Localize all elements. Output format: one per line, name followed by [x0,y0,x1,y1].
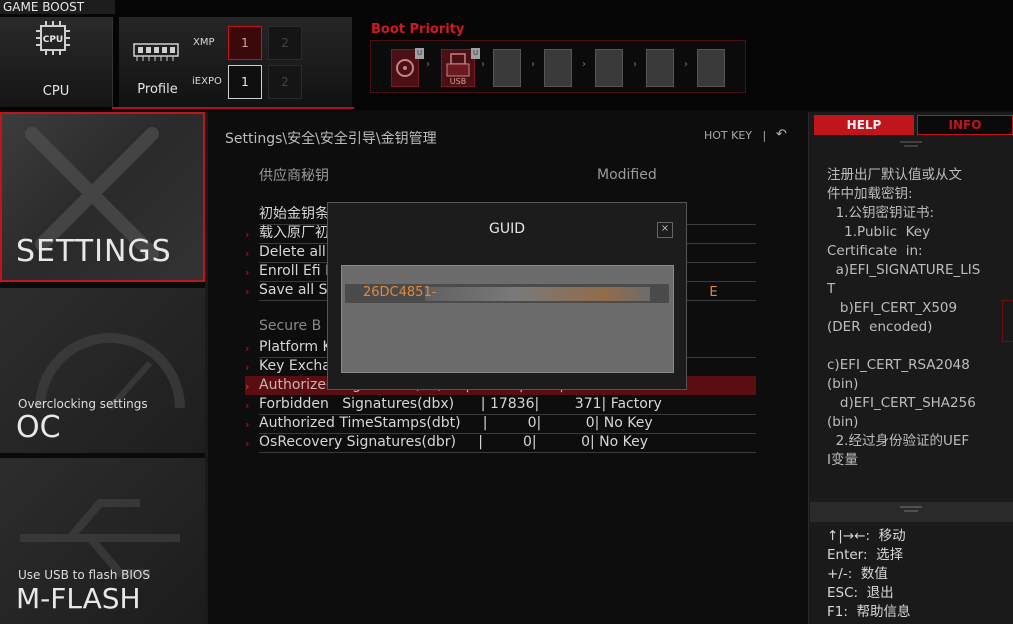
xmp-profile-1-button[interactable]: 1 [228,26,262,60]
key-row-key-exchange[interactable]: Key Excha [259,357,331,376]
divider [259,452,756,453]
menu-row-restore-factory[interactable]: 载入原厂初 [259,224,329,243]
scrollbar[interactable] [1002,300,1013,342]
iexpo-label: iEXPO [192,76,222,87]
help-text: 注册出厂默认值或从文 件中加载密钥: 1.公钥密钥证书: 1.Public Ke… [827,167,981,468]
key-legend: ↑|→←: 移动 Enter: 选择 +/-: 数值 ESC: 退出 F1: 帮… [827,528,911,620]
nav-mflash-label: M-FLASH [16,582,141,615]
guid-visible-part: 26DC4851- [363,285,437,300]
key-row-forbidden-dbx[interactable]: Forbidden Signatures(dbx) | 17836| 371| … [259,395,662,414]
chevron-right-icon: › [426,59,430,70]
boot-device-empty[interactable] [493,49,521,87]
iexpo-profile-2-button[interactable]: 2 [268,65,302,99]
boot-device-empty[interactable] [544,49,572,87]
chevron-right-icon: › [245,247,250,260]
vendor-keys-value: Modified [597,167,657,183]
chevron-right-icon: › [531,59,535,70]
vendor-keys-label: 供应商秘钥 [259,168,329,184]
breadcrumb: Settings\安全\安全引导\金钥管理 [225,131,437,147]
nav-oc-subtitle: Overclocking settings [18,397,148,411]
dialog-title: GUID [488,221,525,237]
chevron-right-icon: › [245,342,250,355]
profile-label: Profile [137,82,178,97]
key-row-platform-key[interactable]: Platform K [259,338,332,357]
xmp-profile-2-button[interactable]: 2 [268,26,302,60]
divider [112,107,354,109]
cpu-label: CPU [42,84,70,99]
chevron-right-icon: › [245,399,250,412]
cpu-icon: CPU [35,20,71,56]
menu-row-enroll-efi[interactable]: Enroll Efi I [259,262,329,281]
boot-device-empty[interactable] [646,49,674,87]
usb-label: USB [450,77,466,86]
hotkey-button[interactable]: HOT KEY | [704,129,766,142]
guid-value: 26DC4851- E [363,285,718,300]
usb-icon: USB [446,53,470,86]
scroll-down-icon[interactable] [900,505,922,516]
boot-priority-title: Boot Priority [371,22,465,37]
cpu-chip-text: CPU [43,35,64,45]
secure-boot-section-label: Secure B [259,318,322,334]
scroll-up-icon[interactable] [900,140,922,148]
close-icon[interactable]: × [657,222,673,238]
chevron-right-icon: › [245,361,250,374]
menu-row-provision[interactable]: 初始金钥条 [259,205,329,224]
guid-tail: E [709,285,718,300]
chevron-right-icon: › [633,59,637,70]
nav-mflash-subtitle: Use USB to flash BIOS [18,568,150,582]
boot-device-usb[interactable]: USB U [441,48,480,87]
chevron-right-icon: › [245,228,250,241]
key-row-timestamps-dbt[interactable]: Authorized TimeStamps(dbt) | 0| 0| No Ke… [259,414,653,433]
hotkey-separator: | [762,129,767,142]
boot-device-empty[interactable] [595,49,623,87]
tab-info[interactable]: INFO [917,115,1013,135]
chevron-right-icon: › [245,380,250,393]
uefi-badge: U [415,48,424,59]
chevron-right-icon: › [481,59,485,70]
tab-help[interactable]: HELP [814,115,914,135]
memory-icon [133,40,179,62]
boot-device-empty[interactable] [697,49,725,87]
uefi-badge: U [471,48,480,59]
chevron-right-icon: › [245,285,250,298]
chevron-right-icon: › [582,59,586,70]
chevron-right-icon: › [245,418,250,431]
iexpo-profile-1-button[interactable]: 1 [228,65,262,99]
nav-oc-label: OC [16,410,61,445]
boot-priority-bar: U › USB U › › › › › [370,40,746,93]
menu-row-save-all[interactable]: Save all Se [259,281,336,300]
guid-list [341,265,674,373]
hotkey-label: HOT KEY [704,129,753,142]
chevron-right-icon: › [245,437,250,450]
boot-device-hdd[interactable]: U [391,48,424,87]
menu-row-delete-all[interactable]: Delete all [259,243,326,262]
xmp-label: XMP [193,37,215,48]
key-row-osrecovery-dbr[interactable]: OsRecovery Signatures(dbr) | 0| 0| No Ke… [259,433,648,452]
nav-settings-label: SETTINGS [16,234,172,269]
back-icon[interactable]: ↶ [776,127,787,142]
chevron-right-icon: › [245,266,250,279]
game-boost-label[interactable]: GAME BOOST [0,0,115,14]
chevron-right-icon: › [684,59,688,70]
